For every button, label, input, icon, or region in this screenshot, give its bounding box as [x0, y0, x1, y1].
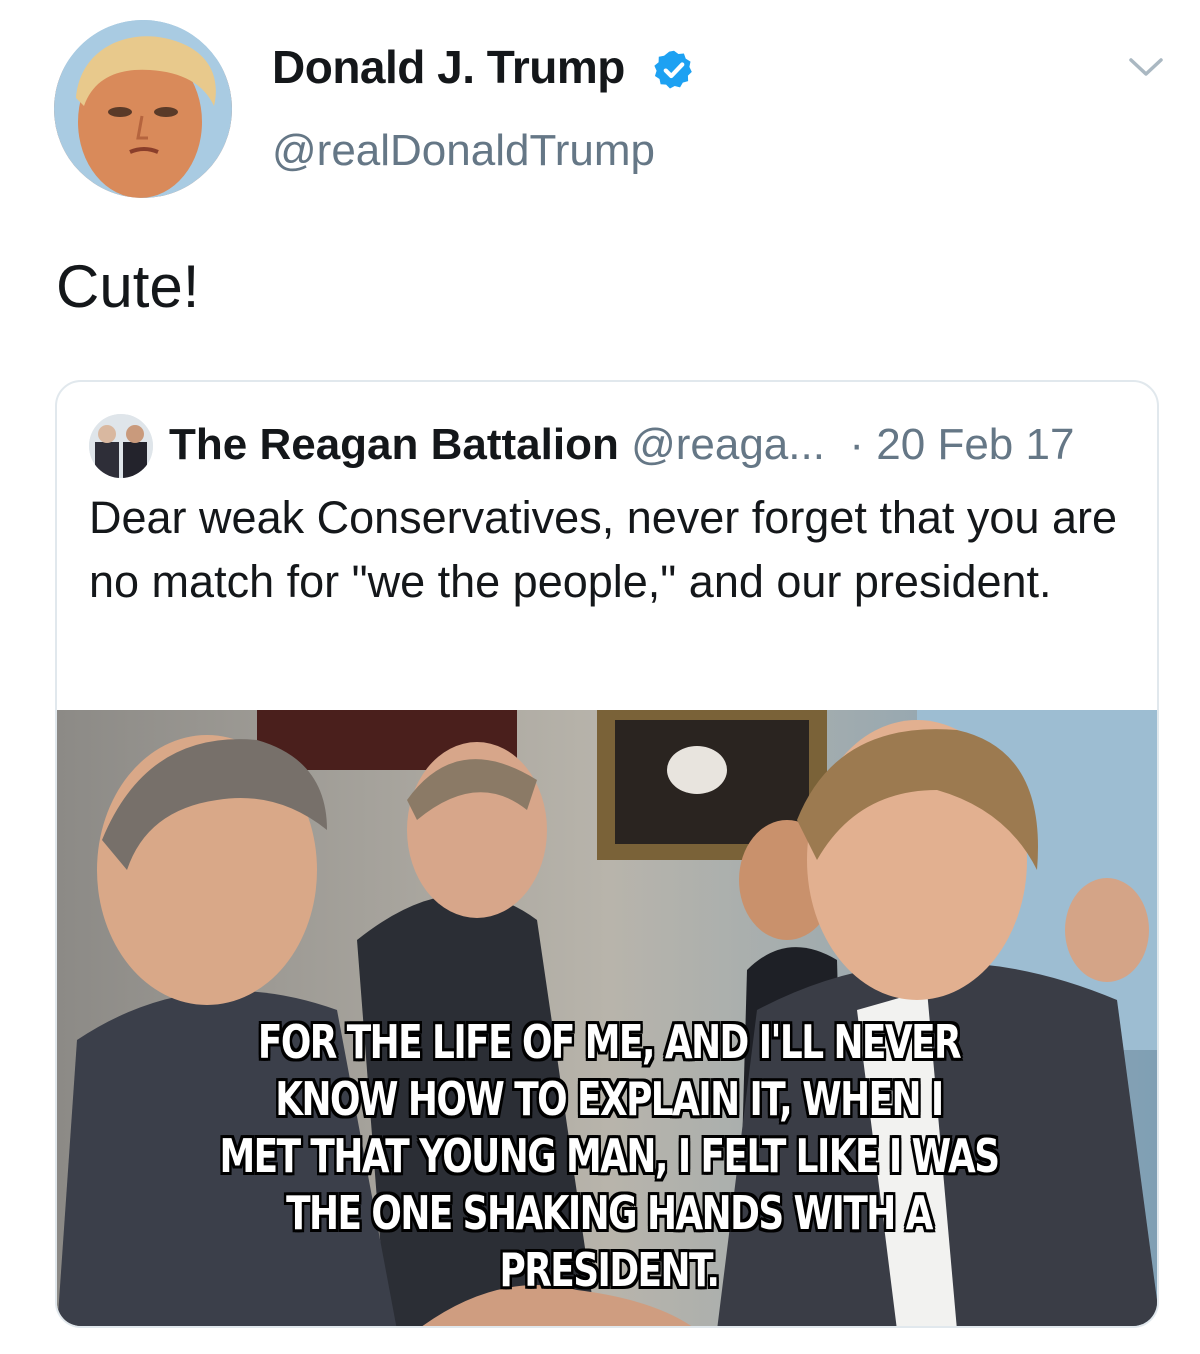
meme-caption-line: MET THAT YOUNG MAN, I FELT LIKE I WAS	[219, 1129, 1000, 1183]
quoted-tweet-card[interactable]: The Reagan Battalion @reaga... · 20 Feb …	[55, 380, 1159, 1328]
user-handle[interactable]: @realDonaldTrump	[272, 126, 655, 176]
quoted-avatar-image	[89, 414, 153, 478]
meme-caption: FOR THE LIFE OF ME, AND I'LL NEVER KNOW …	[178, 1014, 1039, 1299]
quoted-handle[interactable]: @reaga...	[631, 420, 825, 469]
chevron-down-icon[interactable]	[1126, 52, 1166, 82]
profile-avatar[interactable]	[54, 20, 232, 198]
meme-caption-line: KNOW HOW TO EXPLAIN IT, WHEN I	[275, 1072, 944, 1126]
meme-caption-line: FOR THE LIFE OF ME, AND I'LL NEVER	[257, 1015, 962, 1069]
verified-badge-icon	[654, 50, 692, 89]
quoted-tweet-image[interactable]: FOR THE LIFE OF ME, AND I'LL NEVER KNOW …	[57, 710, 1157, 1326]
avatar-portrait-image	[54, 20, 232, 198]
quoted-display-name[interactable]: The Reagan Battalion	[169, 420, 619, 469]
meme-caption-line: THE ONE SHAKING HANDS WITH A PRESIDENT.	[286, 1186, 933, 1297]
display-name[interactable]: Donald J. Trump	[272, 40, 625, 94]
quoted-header: The Reagan Battalion @reaga... · 20 Feb …	[169, 418, 1074, 472]
quoted-avatar[interactable]	[89, 414, 153, 478]
quoted-tweet-text: Dear weak Conservatives, never forget th…	[89, 492, 1118, 607]
quoted-date[interactable]: · 20 Feb 17	[849, 420, 1074, 469]
tweet-text: Cute!	[56, 253, 200, 320]
